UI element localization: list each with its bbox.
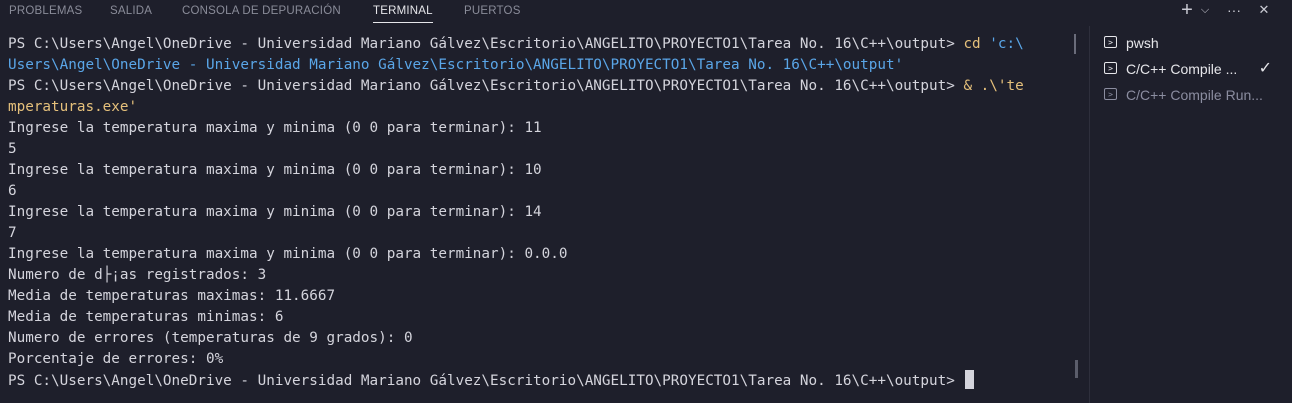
terminal-line: PS C:\Users\Angel\OneDrive - Universidad… [8,36,1024,52]
terminal-list-item-compile[interactable]: > C/C++ Compile ... ✓ [1090,56,1292,82]
terminal-icon: > [1104,62,1117,74]
terminal-line: Numero de errores (temperaturas de 9 gra… [8,330,413,346]
terminal-list-label: pwsh [1126,35,1159,51]
terminal-line: Media de temperaturas minimas: 6 [8,309,284,325]
terminal-line: 5 [8,141,17,157]
terminal-line: Ingrese la temperatura maxima y minima (… [8,162,542,178]
check-icon: ✓ [1258,60,1272,77]
terminal-line: PS C:\Users\Angel\OneDrive - Universidad… [8,78,1024,94]
terminal-output[interactable]: PS C:\Users\Angel\OneDrive - Universidad… [0,34,1072,403]
terminal-line: Numero de d├¡as registrados: 3 [8,267,267,283]
terminal-line: Ingrese la temperatura maxima y minima (… [8,120,542,136]
terminal-scrollbar[interactable] [1074,26,1088,403]
terminal-line: Ingrese la temperatura maxima y minima (… [8,204,542,220]
terminal-icon: > [1104,88,1117,100]
terminal-list-label: C/C++ Compile ... [1126,61,1238,77]
terminal-list-label: C/C++ Compile Run... [1126,87,1263,103]
terminal-line: PS C:\Users\Angel\OneDrive - Universidad… [0,370,1072,391]
terminal-icon: > [1104,36,1117,48]
terminal-line: 6 [8,183,17,199]
terminal-list-item-compile-run[interactable]: > C/C++ Compile Run... [1090,82,1292,108]
new-terminal-icon[interactable]: + [1178,0,1196,22]
terminal-line: Media de temperaturas maximas: 11.6667 [8,288,336,304]
tab-puertos[interactable]: PUERTOS [464,0,521,26]
tab-terminal[interactable]: TERMINAL [373,0,433,26]
tab-consola-depuracion[interactable]: CONSOLA DE DEPURACIÓN [182,0,341,26]
terminal-line: Ingrese la temperatura maxima y minima (… [8,246,568,262]
terminal-line: Users\Angel\OneDrive - Universidad Maria… [8,57,904,73]
terminal-line: Porcentaje de errores: 0% [8,351,224,367]
close-icon[interactable]: ✕ [1256,0,1272,22]
chevron-down-icon[interactable]: ⌵ [1198,0,1212,22]
panel-tab-bar: PROBLEMAS SALIDA CONSOLA DE DEPURACIÓN T… [0,0,1292,26]
scrollbar-marker [1074,34,1076,54]
terminal-list-item-pwsh[interactable]: > pwsh [1090,30,1292,56]
terminal-list: > pwsh > C/C++ Compile ... ✓ > C/C++ Com… [1090,30,1292,108]
scrollbar-thumb[interactable] [1075,360,1078,378]
more-actions-icon[interactable]: ··· [1224,0,1244,22]
terminal-cursor [965,370,975,389]
tab-salida[interactable]: SALIDA [110,0,152,26]
terminal-line: mperaturas.exe' [8,99,138,115]
tab-problemas[interactable]: PROBLEMAS [9,0,82,26]
terminal-line: 7 [8,225,17,241]
